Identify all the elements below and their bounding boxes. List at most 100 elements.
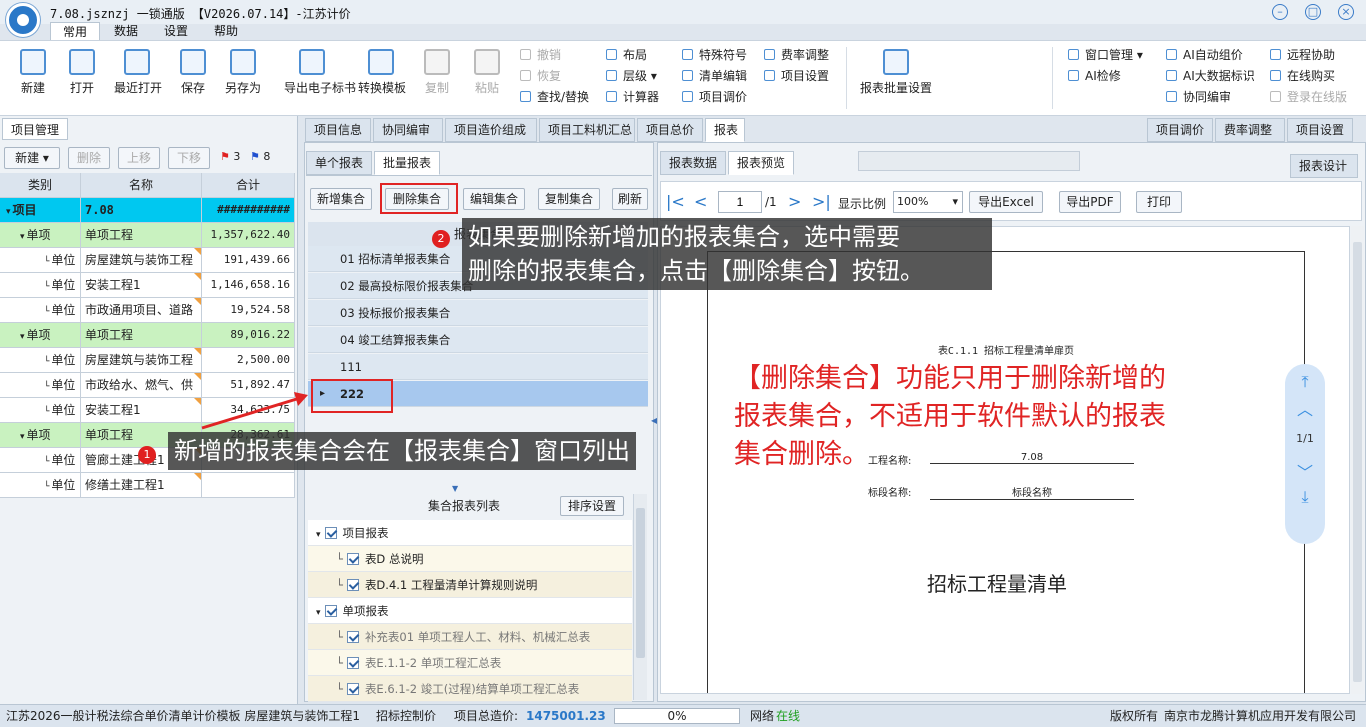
project-move-down-button[interactable]: 下移 bbox=[168, 147, 210, 169]
table-row[interactable]: ▾ 项目 7.08 ########### bbox=[0, 198, 295, 223]
tab-single-report[interactable]: 单个报表 bbox=[306, 151, 372, 175]
project-panel-tab[interactable]: 项目管理 bbox=[2, 118, 68, 140]
set-report-scrollbar[interactable] bbox=[633, 494, 647, 700]
report-set-item[interactable]: 03 投标报价报表集合 bbox=[308, 300, 648, 326]
recent-button[interactable]: 最近打开 bbox=[114, 47, 162, 111]
layout-button[interactable]: 布局 bbox=[606, 45, 647, 65]
expand-arrow-icon[interactable]: ▾ bbox=[20, 432, 25, 442]
copy-set-button[interactable]: 复制集合 bbox=[538, 188, 600, 210]
new-button[interactable]: 新建 bbox=[10, 47, 56, 111]
open-button[interactable]: 打开 bbox=[59, 47, 105, 111]
export-excel-button[interactable]: 导出Excel bbox=[969, 191, 1043, 213]
expand-arrow-icon[interactable]: ▾ bbox=[316, 530, 321, 540]
nav-down-icon[interactable]: ﹀ bbox=[1285, 459, 1325, 483]
main-tab[interactable]: 项目造价组成 bbox=[445, 118, 537, 142]
minimize-icon[interactable]: – bbox=[1272, 4, 1288, 20]
checkbox[interactable] bbox=[324, 605, 337, 617]
ai-auto-price-button[interactable]: AI自动组价 bbox=[1166, 45, 1243, 65]
zoom-select[interactable]: 100% ▾ bbox=[893, 191, 963, 213]
main-tab[interactable]: 协同编审 bbox=[373, 118, 443, 142]
menu-tab-data[interactable]: 数据 bbox=[102, 22, 150, 40]
report-row[interactable]: └ 表D 总说明 bbox=[308, 546, 632, 572]
next-page-icon[interactable]: > bbox=[788, 192, 801, 211]
report-group-row[interactable]: ▾ 项目报表 bbox=[308, 520, 632, 546]
right-tab[interactable]: 项目调价 bbox=[1147, 118, 1213, 142]
report-design-button[interactable]: 报表设计 bbox=[1290, 154, 1358, 178]
blue-flag-counter[interactable]: ⚑ 8 bbox=[250, 150, 270, 163]
table-row[interactable]: └ 单位 房屋建筑与装饰工程 2,500.00 bbox=[0, 348, 295, 373]
checkbox[interactable] bbox=[346, 657, 359, 669]
buy-online-button[interactable]: 在线购买 bbox=[1270, 66, 1335, 86]
checkbox[interactable] bbox=[346, 683, 359, 695]
export-bid-button[interactable]: 导出电子标书 bbox=[284, 47, 356, 111]
list-edit-button[interactable]: 清单编辑 bbox=[682, 66, 747, 86]
checkbox[interactable] bbox=[346, 579, 359, 591]
project-settings-button[interactable]: 项目设置 bbox=[764, 66, 829, 86]
menu-tab-common[interactable]: 常用 bbox=[50, 22, 101, 40]
project-move-up-button[interactable]: 上移 bbox=[118, 147, 160, 169]
page-number-input[interactable] bbox=[718, 191, 762, 213]
print-button[interactable]: 打印 bbox=[1136, 191, 1182, 213]
checkbox[interactable] bbox=[346, 553, 359, 565]
nav-top-icon[interactable]: ⤒ bbox=[1285, 372, 1325, 392]
preview-scrollbar[interactable] bbox=[1351, 226, 1364, 694]
report-row[interactable]: └ 表E.6.1-2 竣工(过程)结算单项工程汇总表 bbox=[308, 676, 632, 702]
window-management-button[interactable]: 窗口管理 ▾ bbox=[1068, 45, 1143, 65]
table-row[interactable]: ▾ 单项 单项工程 89,016.22 bbox=[0, 323, 295, 348]
ai-check-button[interactable]: AI检修 bbox=[1068, 66, 1121, 86]
report-set-item[interactable]: 04 竣工结算报表集合 bbox=[308, 327, 648, 353]
first-page-icon[interactable]: |< bbox=[666, 192, 685, 211]
restore-icon[interactable]: □ bbox=[1305, 4, 1321, 20]
menu-tab-help[interactable]: 帮助 bbox=[202, 22, 250, 40]
table-row[interactable]: └ 单位 市政通用项目、道路 19,524.58 bbox=[0, 298, 295, 323]
report-row[interactable]: └ 表D.4.1 工程量清单计算规则说明 bbox=[308, 572, 632, 598]
report-set-item[interactable]: 111 bbox=[308, 354, 648, 380]
fee-adjust-button[interactable]: 费率调整 bbox=[764, 45, 829, 65]
expand-arrow-icon[interactable]: ▾ bbox=[6, 207, 11, 217]
export-pdf-button[interactable]: 导出PDF bbox=[1059, 191, 1121, 213]
special-symbol-button[interactable]: 特殊符号 bbox=[682, 45, 747, 65]
last-page-icon[interactable]: >| bbox=[812, 192, 831, 211]
table-row[interactable]: ▾ 单项 单项工程 1,357,622.40 bbox=[0, 223, 295, 248]
checkbox[interactable] bbox=[346, 631, 359, 643]
right-tab[interactable]: 费率调整 bbox=[1215, 118, 1285, 142]
table-row[interactable]: └ 单位 修缮土建工程1 bbox=[0, 473, 295, 498]
undo-button[interactable]: 撤销 bbox=[520, 45, 561, 65]
table-row[interactable]: └ 单位 安装工程1 1,146,658.16 bbox=[0, 273, 295, 298]
prev-page-icon[interactable]: < bbox=[694, 192, 707, 211]
report-row[interactable]: └ 表E.1.1-2 单项工程汇总表 bbox=[308, 650, 632, 676]
nav-bottom-icon[interactable]: ⤓ bbox=[1285, 487, 1325, 507]
right-tab[interactable]: 项目设置 bbox=[1287, 118, 1353, 142]
checkbox[interactable] bbox=[324, 527, 337, 539]
convert-template-button[interactable]: 转换模板 bbox=[358, 47, 406, 111]
remote-assist-button[interactable]: 远程协助 bbox=[1270, 45, 1335, 65]
save-button[interactable]: 保存 bbox=[170, 47, 216, 111]
paste-button[interactable]: 粘贴 bbox=[464, 47, 510, 111]
main-tab[interactable]: 报表 bbox=[705, 118, 745, 142]
column-header[interactable]: 类别 bbox=[0, 173, 81, 197]
nav-up-icon[interactable]: ︿ bbox=[1285, 396, 1325, 420]
menu-tab-settings[interactable]: 设置 bbox=[152, 22, 200, 40]
tab-report-data[interactable]: 报表数据 bbox=[660, 151, 726, 175]
edit-set-button[interactable]: 编辑集合 bbox=[463, 188, 525, 210]
sort-settings-button[interactable]: 排序设置 bbox=[560, 496, 624, 516]
project-delete-button[interactable]: 删除 bbox=[68, 147, 110, 169]
report-batch-settings-button[interactable]: 报表批量设置 bbox=[858, 47, 934, 111]
calculator-button[interactable]: 计算器 bbox=[606, 87, 659, 107]
table-row[interactable]: └ 单位 房屋建筑与装饰工程 191,439.66 bbox=[0, 248, 295, 273]
copy-button[interactable]: 复制 bbox=[414, 47, 460, 111]
column-header[interactable]: 合计 bbox=[202, 173, 295, 197]
splitter-arrow-icon[interactable]: ▼ bbox=[452, 484, 458, 493]
find-replace-button[interactable]: 查找/替换 bbox=[520, 87, 589, 107]
report-row[interactable]: └ 补充表01 单项工程人工、材料、机械汇总表 bbox=[308, 624, 632, 650]
app-logo-icon[interactable] bbox=[6, 3, 40, 37]
collab-edit-button[interactable]: 协同编审 bbox=[1166, 87, 1231, 107]
expand-arrow-icon[interactable]: ▾ bbox=[20, 332, 25, 342]
preview-scrollbar-thumb[interactable] bbox=[1353, 242, 1362, 682]
add-set-button[interactable]: 新增集合 bbox=[310, 188, 372, 210]
red-flag-counter[interactable]: ⚑ 3 bbox=[220, 150, 240, 163]
tab-batch-report[interactable]: 批量报表 bbox=[374, 151, 440, 175]
refresh-button[interactable]: 刷新 bbox=[612, 188, 648, 210]
level-button[interactable]: 层级 ▾ bbox=[606, 66, 657, 86]
project-new-button[interactable]: 新建 ▾ bbox=[4, 147, 60, 169]
